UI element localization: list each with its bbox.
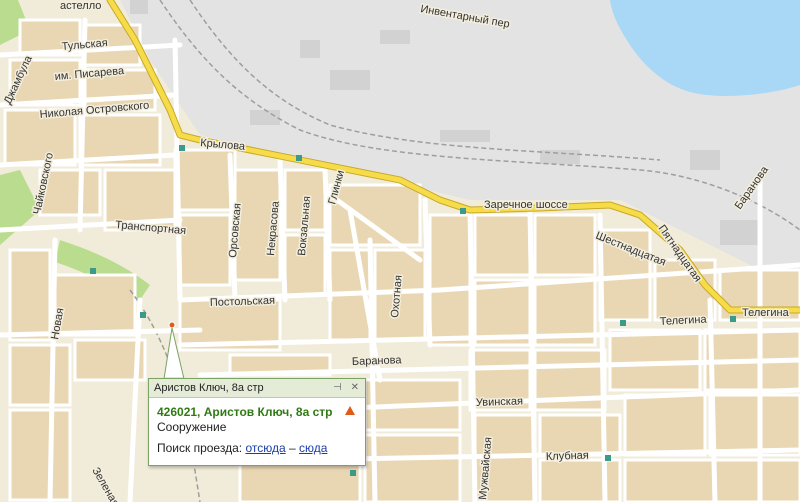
info-popup: Аристов Ключ, 8а стр ⊣ ✕ 426021, Аристов… xyxy=(148,378,366,466)
popup-address-title: 426021, Аристов Ключ, 8а стр xyxy=(157,405,333,419)
close-icon[interactable]: ✕ xyxy=(351,382,359,393)
popup-body: 426021, Аристов Ключ, 8а стр Сооружение … xyxy=(149,398,365,456)
route-separator: – xyxy=(288,441,296,455)
pin-icon[interactable]: ⊣ xyxy=(333,382,342,393)
map-canvas[interactable]: астелло Тульская им. Писарева Джамбула Н… xyxy=(0,0,800,502)
route-from-link[interactable]: отсюда xyxy=(245,441,285,455)
route-search: Поиск проезда: отсюда – сюда xyxy=(157,441,357,456)
warning-icon[interactable] xyxy=(345,406,355,415)
popup-header-title: Аристов Ключ, 8а стр xyxy=(154,382,264,394)
popup-header: Аристов Ключ, 8а стр ⊣ ✕ xyxy=(149,379,365,398)
popup-object-type: Сооружение xyxy=(157,420,227,434)
popup-tail xyxy=(163,327,185,381)
route-search-label: Поиск проезда: xyxy=(157,441,243,455)
route-to-link[interactable]: сюда xyxy=(299,441,327,455)
